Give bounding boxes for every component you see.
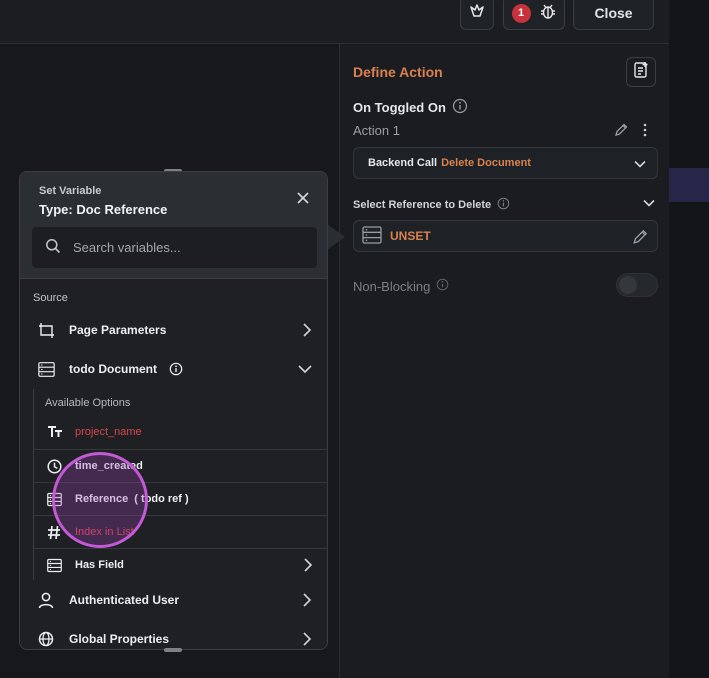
top-bar: 1 Close [0, 0, 709, 44]
popover-type-label: Type: Doc Reference [39, 202, 168, 217]
debug-button[interactable]: 1 [503, 0, 565, 30]
reference-label: Select Reference to Delete [353, 199, 492, 211]
action-label: Action 1 [353, 123, 400, 138]
available-options-label: Available Options [45, 397, 131, 409]
action-panel: Define Action On Toggled On Action 1 Bac… [339, 44, 669, 678]
highlight-strip [669, 168, 709, 202]
nonblocking-label: Non-Blocking [353, 278, 431, 294]
source-item-page-parameters[interactable]: Page Parameters [20, 312, 327, 348]
search-icon [45, 238, 61, 257]
edit-icon[interactable] [614, 122, 629, 142]
nonblocking-row: Non-Blocking [353, 278, 449, 294]
info-icon[interactable] [497, 197, 510, 213]
text-type-icon [47, 425, 63, 442]
source-item-label: todo Document [69, 362, 157, 376]
action-value: Delete Document [441, 157, 531, 169]
option-project-name[interactable]: project_name [34, 416, 327, 449]
popover-subtitle: Set Variable [39, 185, 102, 197]
globe-icon [38, 631, 54, 649]
unset-value: UNSET [390, 229, 431, 243]
database-icon [362, 225, 382, 247]
crown-button[interactable] [460, 0, 494, 30]
chevron-right-icon [301, 322, 313, 341]
action-type-select[interactable]: Backend Call Delete Document [353, 147, 658, 179]
trigger-label: On Toggled On [353, 100, 446, 115]
source-item-label: Page Parameters [69, 323, 167, 337]
source-item-global-properties[interactable]: Global Properties [20, 621, 327, 649]
chevron-right-icon [301, 592, 313, 611]
source-label: Source [33, 292, 68, 304]
source-item-authenticated-user[interactable]: Authenticated User [20, 582, 327, 618]
bug-icon [539, 2, 557, 25]
doc-add-button[interactable] [626, 57, 656, 87]
info-icon[interactable] [169, 362, 183, 379]
nonblocking-toggle[interactable] [616, 273, 658, 297]
search-variables-input[interactable]: Search variables... [32, 227, 317, 268]
popover-header: Set Variable Type: Doc Reference Search … [20, 172, 327, 279]
page-parameters-icon [38, 322, 55, 342]
chevron-down-icon [297, 363, 313, 378]
user-icon [38, 592, 54, 612]
reference-label-row: Select Reference to Delete [353, 197, 510, 213]
panel-title: Define Action [353, 64, 443, 80]
touch-indicator [52, 452, 148, 548]
option-label: project_name [75, 426, 142, 438]
right-edge-region [669, 0, 709, 678]
option-has-field[interactable]: Has Field [34, 548, 327, 581]
toggle-knob [619, 276, 637, 294]
document-add-icon [632, 61, 650, 84]
action-tools [614, 122, 647, 142]
reference-value-field[interactable]: UNSET [353, 220, 658, 252]
popover-arrow [327, 224, 345, 250]
close-icon[interactable] [296, 191, 310, 210]
source-item-label: Authenticated User [69, 593, 180, 607]
action-kind: Backend Call [368, 157, 438, 169]
option-label: Has Field [75, 559, 124, 571]
info-icon[interactable] [452, 98, 468, 117]
database-icon [38, 361, 55, 381]
app-root: 1 Close Define Action On Toggled On Acti… [0, 0, 709, 678]
chevron-down-icon[interactable] [642, 196, 656, 215]
source-item-todo-document[interactable]: todo Document [20, 351, 327, 387]
search-placeholder: Search variables... [73, 240, 181, 255]
crown-icon [469, 3, 485, 24]
close-button[interactable]: Close [573, 0, 654, 30]
trigger-row: On Toggled On [353, 98, 468, 117]
set-variable-popover: Set Variable Type: Doc Reference Search … [19, 171, 328, 650]
info-icon[interactable] [436, 278, 449, 294]
chevron-right-icon [302, 557, 314, 576]
hash-icon [47, 525, 61, 543]
popover-bottom-handle[interactable] [164, 648, 182, 652]
chevron-down-icon [633, 157, 647, 174]
chevron-right-icon [301, 631, 313, 649]
edit-icon[interactable] [632, 228, 649, 248]
notification-badge: 1 [511, 3, 531, 23]
source-item-label: Global Properties [69, 632, 170, 646]
database-icon [47, 558, 62, 576]
more-vert-icon[interactable] [643, 123, 647, 142]
